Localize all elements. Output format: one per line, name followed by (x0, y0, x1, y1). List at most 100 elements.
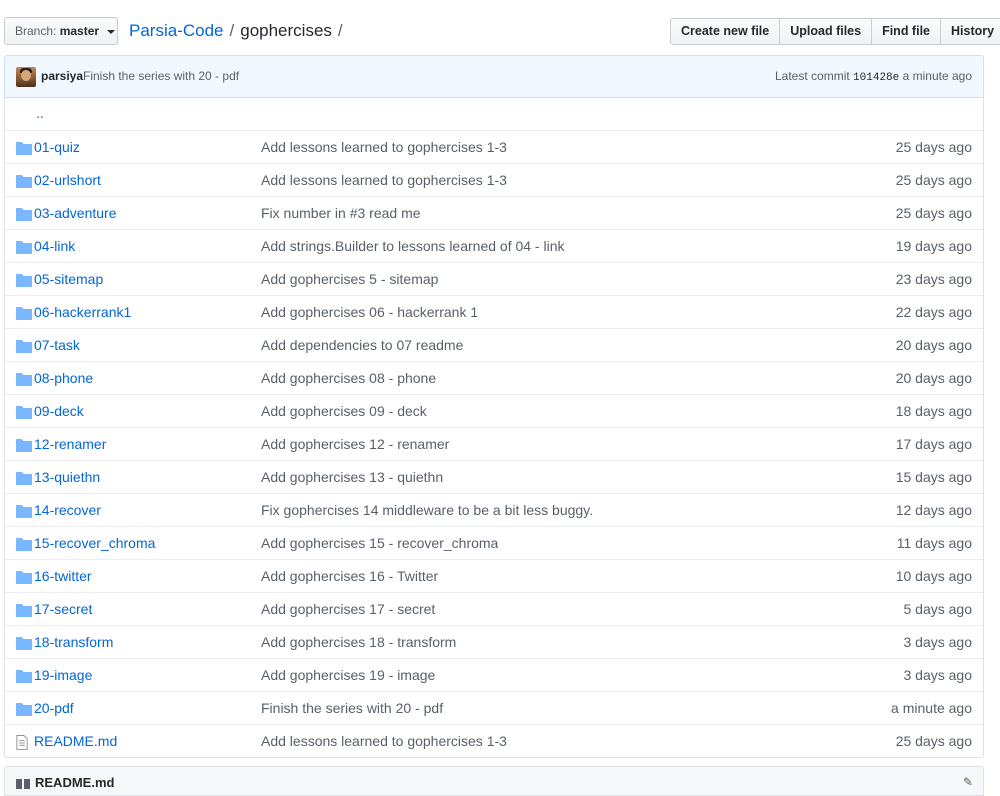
commit-message-link[interactable]: Finish the series with 20 - pdf (83, 56, 239, 97)
file-actions-group: Create new file Upload files Find file H… (670, 18, 1000, 45)
breadcrumb-repo: gophercises (240, 21, 332, 40)
file-commit-message-link[interactable]: Add lessons learned to gophercises 1-3 (261, 725, 507, 757)
avatar[interactable] (16, 67, 36, 87)
file-name-link[interactable]: 17-secret (34, 593, 92, 625)
file-commit-age: 18 days ago (895, 403, 972, 419)
file-name-link[interactable]: 05-sitemap (34, 263, 103, 295)
folder-icon (16, 405, 32, 419)
file-name-link[interactable]: 13-quiethn (34, 461, 100, 493)
file-commit-message-link[interactable]: Add gophercises 09 - deck (261, 395, 427, 427)
folder-icon (16, 306, 32, 320)
file-name-link[interactable]: 12-renamer (34, 428, 106, 460)
file-commit-message-link[interactable]: Add gophercises 13 - quiethn (261, 461, 443, 493)
file-commit-age: 25 days ago (895, 733, 972, 749)
file-commit-age: 15 days ago (895, 469, 972, 485)
folder-icon (16, 570, 32, 584)
history-button[interactable]: History (940, 18, 1000, 45)
branch-selector-button[interactable]: Branch: master (4, 17, 118, 45)
file-commit-message-link[interactable]: Finish the series with 20 - pdf (261, 692, 443, 724)
file-commit-message-link[interactable]: Fix gophercises 14 middleware to be a bi… (261, 494, 593, 526)
file-name-link[interactable]: 02-urlshort (34, 164, 101, 196)
branch-label: Branch: (15, 24, 57, 38)
breadcrumb: Parsia-Code / gophercises / (129, 20, 349, 42)
folder-icon (16, 504, 32, 518)
file-name-link[interactable]: 06-hackerrank1 (34, 296, 131, 328)
file-commit-age: 23 days ago (895, 271, 972, 287)
file-name-link[interactable]: 16-twitter (34, 560, 92, 592)
commit-sha-link[interactable]: 101428e (853, 72, 899, 84)
folder-icon (16, 273, 32, 287)
folder-icon (16, 372, 32, 386)
commit-time: a minute ago (902, 69, 972, 83)
file-commit-age: 20 days ago (895, 337, 972, 353)
folder-icon (16, 471, 32, 485)
file-name-link[interactable]: README.md (34, 725, 117, 757)
folder-icon (16, 537, 32, 551)
file-commit-age: a minute ago (891, 700, 972, 716)
file-name-link[interactable]: 08-phone (34, 362, 93, 394)
commit-author-link[interactable]: parsiya (41, 56, 83, 97)
file-commit-message-link[interactable]: Add gophercises 12 - renamer (261, 428, 449, 460)
file-name-link[interactable]: 09-deck (34, 395, 84, 427)
create-new-file-button[interactable]: Create new file (670, 18, 781, 45)
table-row: 03-adventure Fix number in #3 read me 25 d… (5, 196, 983, 229)
file-name-link[interactable]: 03-adventure (34, 197, 117, 229)
file-commit-message-link[interactable]: Add gophercises 06 - hackerrank 1 (261, 296, 478, 328)
file-commit-message-link[interactable]: Add gophercises 15 - recover_chroma (261, 527, 498, 559)
table-row: 09-deck Add gophercises 09 - deck 18 days … (5, 394, 983, 427)
table-row: 18-transform Add gophercises 18 - transfo… (5, 625, 983, 658)
file-name-link[interactable]: 20-pdf (34, 692, 74, 724)
file-commit-message-link[interactable]: Add lessons learned to gophercises 1-3 (261, 131, 507, 163)
table-row: 01-quiz Add lessons learned to gophercise… (5, 130, 983, 163)
file-name-link[interactable]: 19-image (34, 659, 92, 691)
file-name-link[interactable]: 18-transform (34, 626, 113, 658)
readme-title: README.md (35, 775, 115, 790)
file-name-link[interactable]: 04-link (34, 230, 75, 262)
file-commit-age: 25 days ago (895, 205, 972, 221)
table-row: 06-hackerrank1 Add gophercises 06 - hacke… (5, 295, 983, 328)
breadcrumb-owner-link[interactable]: Parsia-Code (129, 21, 224, 40)
file-commit-message-link[interactable]: Add gophercises 19 - image (261, 659, 435, 691)
file-name-link[interactable]: 15-recover_chroma (34, 527, 155, 559)
table-row: 04-link Add strings.Builder to lessons le… (5, 229, 983, 262)
repo-header: Branch: master Parsia-Code / gophercises / … (0, 0, 1000, 55)
file-commit-message-link[interactable]: Add gophercises 08 - phone (261, 362, 436, 394)
file-commit-message-link[interactable]: Add strings.Builder to lessons learned o… (261, 230, 565, 262)
file-icon (16, 735, 32, 750)
file-commit-message-link[interactable]: Fix number in #3 read me (261, 197, 421, 229)
find-file-button[interactable]: Find file (871, 18, 941, 45)
readme-header: README.md ✎ (4, 766, 984, 796)
upload-files-button[interactable]: Upload files (779, 18, 873, 45)
table-row: 14-recover Fix gophercises 14 middleware … (5, 493, 983, 526)
parent-dir-link[interactable]: .. (36, 97, 44, 130)
file-commit-age: 20 days ago (895, 370, 972, 386)
table-row: 02-urlshort Add lessons learned to gopher… (5, 163, 983, 196)
file-name-link[interactable]: 14-recover (34, 494, 101, 526)
branch-value: master (59, 24, 100, 38)
file-commit-message-link[interactable]: Add dependencies to 07 readme (261, 329, 463, 361)
file-commit-message-link[interactable]: Add gophercises 5 - sitemap (261, 263, 438, 295)
file-list: .. 01-quiz Add lessons learned to gopherc… (4, 97, 984, 758)
folder-icon (16, 603, 32, 617)
parent-dir-row: .. (5, 97, 983, 130)
breadcrumb-separator: / (229, 21, 235, 40)
folder-icon (16, 240, 32, 254)
edit-readme-icon[interactable]: ✎ (963, 775, 973, 789)
table-row: 20-pdf Finish the series with 20 - pdf a m… (5, 691, 983, 724)
file-commit-age: 25 days ago (895, 139, 972, 155)
file-commit-age: 17 days ago (895, 436, 972, 452)
folder-icon (16, 141, 32, 155)
file-commit-message-link[interactable]: Add lessons learned to gophercises 1-3 (261, 164, 507, 196)
folder-icon (16, 339, 32, 353)
table-row: 12-renamer Add gophercises 12 - renamer 17… (5, 427, 983, 460)
folder-icon (16, 669, 32, 683)
file-commit-message-link[interactable]: Add gophercises 17 - secret (261, 593, 435, 625)
file-commit-message-link[interactable]: Add gophercises 18 - transform (261, 626, 456, 658)
latest-commit-bar: parsiya Finish the series with 20 - pdf … (4, 55, 984, 98)
file-name-link[interactable]: 01-quiz (34, 131, 80, 163)
file-name-link[interactable]: 07-task (34, 329, 80, 361)
table-row: 05-sitemap Add gophercises 5 - sitemap 23 … (5, 262, 983, 295)
file-commit-age: 19 days ago (895, 238, 972, 254)
table-row: 17-secret Add gophercises 17 - secret 5 da… (5, 592, 983, 625)
file-commit-message-link[interactable]: Add gophercises 16 - Twitter (261, 560, 438, 592)
